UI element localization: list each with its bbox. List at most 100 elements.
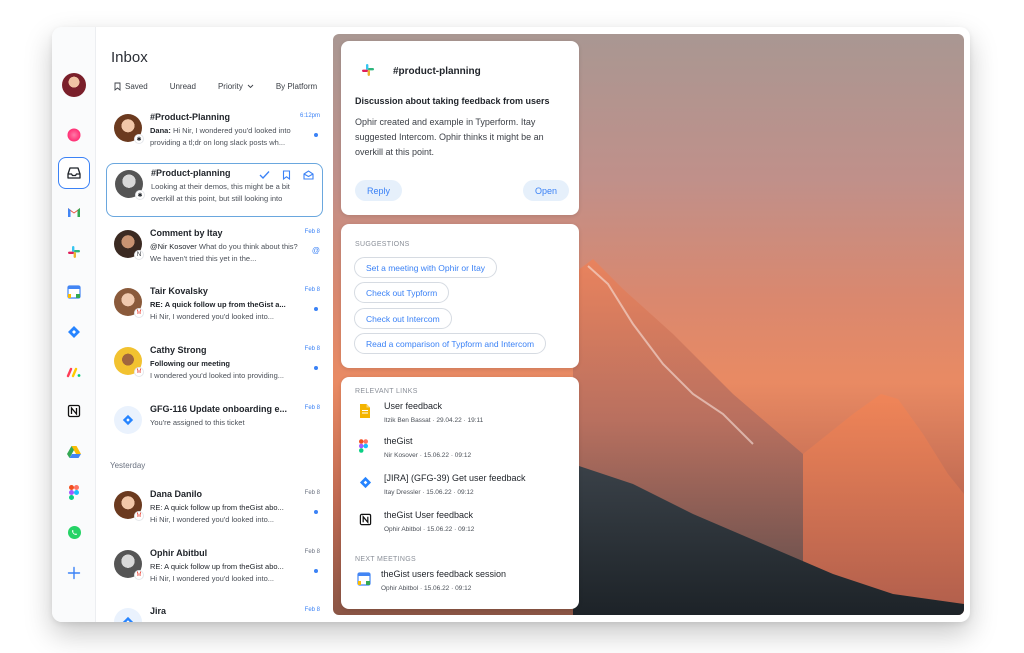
message-subject: Following our meeting: [150, 359, 230, 368]
message-subject: RE: A quick follow up from theGist abo..…: [150, 503, 284, 512]
message-actions: [259, 170, 314, 180]
jira-icon: [114, 608, 142, 622]
monday-icon[interactable]: [61, 359, 87, 385]
section-yesterday: Yesterday: [110, 461, 146, 470]
gist-icon[interactable]: [61, 122, 87, 148]
suggestion-chip[interactable]: Check out Intercom: [354, 308, 452, 329]
relevant-links-label: RELEVANT LINKS: [355, 388, 418, 395]
message-preview: RE: A quick follow up from theGist a... H…: [150, 299, 308, 323]
avatar[interactable]: [62, 73, 86, 97]
suggestion-chip[interactable]: Read a comparison of Typform and Interco…: [354, 333, 547, 354]
google-drive-icon[interactable]: [61, 439, 87, 465]
message-sender: @Nir Kosover: [150, 242, 197, 251]
message-preview: Dana: Hi Nir, I wondered you'd looked in…: [150, 125, 308, 149]
message-preview-text: Hi Nir, I wondered you'd looked into...: [150, 514, 274, 524]
notion-icon: N: [134, 250, 144, 260]
bookmark-icon: [114, 82, 121, 91]
link-meta: Ophir Abitbol · 15.06.22 · 09:12: [384, 526, 475, 533]
link-title: theGist: [384, 436, 413, 446]
link-item[interactable]: theGist User feedback Ophir Abitbol · 15…: [355, 510, 570, 542]
message-date: Feb 8: [304, 490, 320, 496]
filter-priority-label: Priority: [217, 82, 243, 91]
list-item[interactable]: M Tair Kovalsky Feb 8 RE: A quick follow…: [106, 282, 322, 334]
gmail-icon: M: [134, 308, 144, 318]
list-item-selected[interactable]: ✱ #Product-planning Looking at their dem…: [106, 163, 323, 217]
google-calendar-icon[interactable]: [61, 279, 87, 305]
inbox-icon[interactable]: [58, 157, 90, 189]
message-date: Feb 8: [304, 405, 320, 411]
message-title: Dana Danilo: [150, 489, 203, 499]
filter-priority[interactable]: Priority: [218, 82, 254, 91]
gmail-icon: M: [134, 511, 144, 521]
gmail-icon: M: [134, 570, 144, 580]
message-subject: RE: A quick follow up from theGist abo..…: [150, 562, 284, 571]
filter-unread[interactable]: Unread: [170, 82, 196, 91]
message-title: #Product-planning: [151, 168, 231, 178]
slack-icon[interactable]: [61, 239, 87, 265]
jira-icon: [114, 406, 142, 434]
figma-icon[interactable]: [61, 479, 87, 505]
meeting-item[interactable]: theGist users feedback session Ophir Abi…: [355, 569, 570, 601]
link-title: User feedback: [384, 401, 443, 411]
conversation-card: #product-planning Discussion about takin…: [341, 41, 579, 215]
check-icon[interactable]: [259, 170, 270, 180]
message-date: 6:12pm: [299, 113, 320, 119]
conversation-heading: Discussion about taking feedback from us…: [355, 96, 550, 106]
suggestion-chip[interactable]: Check out Typform: [354, 282, 450, 303]
unread-dot: [314, 510, 318, 514]
bookmark-icon[interactable]: [282, 170, 291, 180]
jira-icon[interactable]: [61, 319, 87, 345]
whatsapp-icon[interactable]: [61, 519, 87, 545]
message-title: Ophir Abitbul: [150, 548, 208, 558]
link-item[interactable]: User feedback Itzik Ben Bassat · 29.04.2…: [355, 401, 570, 433]
message-title: Cathy Strong: [150, 345, 207, 355]
message-preview: RE: A quick follow up from theGist abo..…: [150, 502, 308, 526]
list-item[interactable]: N Comment by Itay Feb 8 @Nir Kosover Wha…: [106, 224, 322, 276]
list-item[interactable]: Jira Feb 8: [106, 602, 322, 622]
page-title: Inbox: [111, 49, 148, 66]
suggestions-card: SUGGESTIONS Set a meeting with Ophir or …: [341, 224, 579, 368]
google-docs-icon: [359, 404, 373, 418]
message-title: Tair Kovalsky: [150, 286, 208, 296]
message-date: Feb 8: [304, 346, 320, 352]
list-item[interactable]: ✱ #Product-Planning 6:12pm Dana: Hi Nir,…: [106, 108, 322, 160]
slack-icon: ✱: [135, 190, 145, 200]
list-item[interactable]: M Cathy Strong Feb 8 Following our meeti…: [106, 341, 322, 393]
mention-icon: @: [311, 246, 320, 255]
link-item[interactable]: [JIRA] (GFG-39) Get user feedback Itay D…: [355, 473, 570, 505]
list-item[interactable]: GFG-116 Update onboarding e... Feb 8 You…: [106, 400, 322, 452]
notion-icon[interactable]: [61, 398, 87, 424]
message-date: Feb 8: [304, 607, 320, 613]
next-meetings-label: NEXT MEETINGS: [355, 556, 416, 563]
chevron-down-icon: [247, 84, 254, 89]
notion-icon: [359, 513, 373, 527]
jira-icon: [359, 476, 373, 490]
link-title: [JIRA] (GFG-39) Get user feedback: [384, 473, 526, 483]
unread-dot: [314, 307, 318, 311]
message-title: Comment by Itay: [150, 228, 223, 238]
message-preview-text: I wondered you'd looked into providing..…: [150, 370, 285, 380]
suggestion-chip[interactable]: Set a meeting with Ophir or Itay: [354, 257, 498, 278]
mail-icon[interactable]: [303, 170, 314, 180]
filter-saved[interactable]: Saved: [114, 82, 148, 91]
message-preview-text: Hi Nir, I wondered you'd looked into...: [150, 573, 274, 583]
list-item[interactable]: M Dana Danilo Feb 8 RE: A quick follow u…: [106, 485, 322, 537]
unread-dot: [314, 569, 318, 573]
reply-button[interactable]: Reply: [355, 180, 402, 201]
gmail-icon[interactable]: [61, 199, 87, 225]
meeting-title: theGist users feedback session: [381, 569, 507, 579]
suggestions-label: SUGGESTIONS: [355, 241, 410, 248]
channel-name: #product-planning: [393, 66, 481, 77]
message-title: Jira: [150, 606, 167, 616]
open-button[interactable]: Open: [523, 180, 569, 201]
filter-bar: Saved Unread Priority By Platform: [114, 82, 339, 91]
filter-by-platform[interactable]: By Platform: [276, 82, 317, 91]
message-preview: @Nir Kosover What do you think about thi…: [150, 241, 308, 265]
list-item[interactable]: M Ophir Abitbul Feb 8 RE: A quick follow…: [106, 544, 322, 596]
conversation-summary: Ophir created and example in Typerform. …: [355, 117, 544, 157]
google-calendar-icon: [357, 572, 371, 586]
add-icon[interactable]: [61, 560, 87, 586]
message-preview: RE: A quick follow up from theGist abo..…: [150, 561, 308, 585]
app-rail: [52, 27, 96, 622]
link-item[interactable]: theGist Nir Kosover · 15.06.22 · 09:12: [355, 436, 570, 468]
